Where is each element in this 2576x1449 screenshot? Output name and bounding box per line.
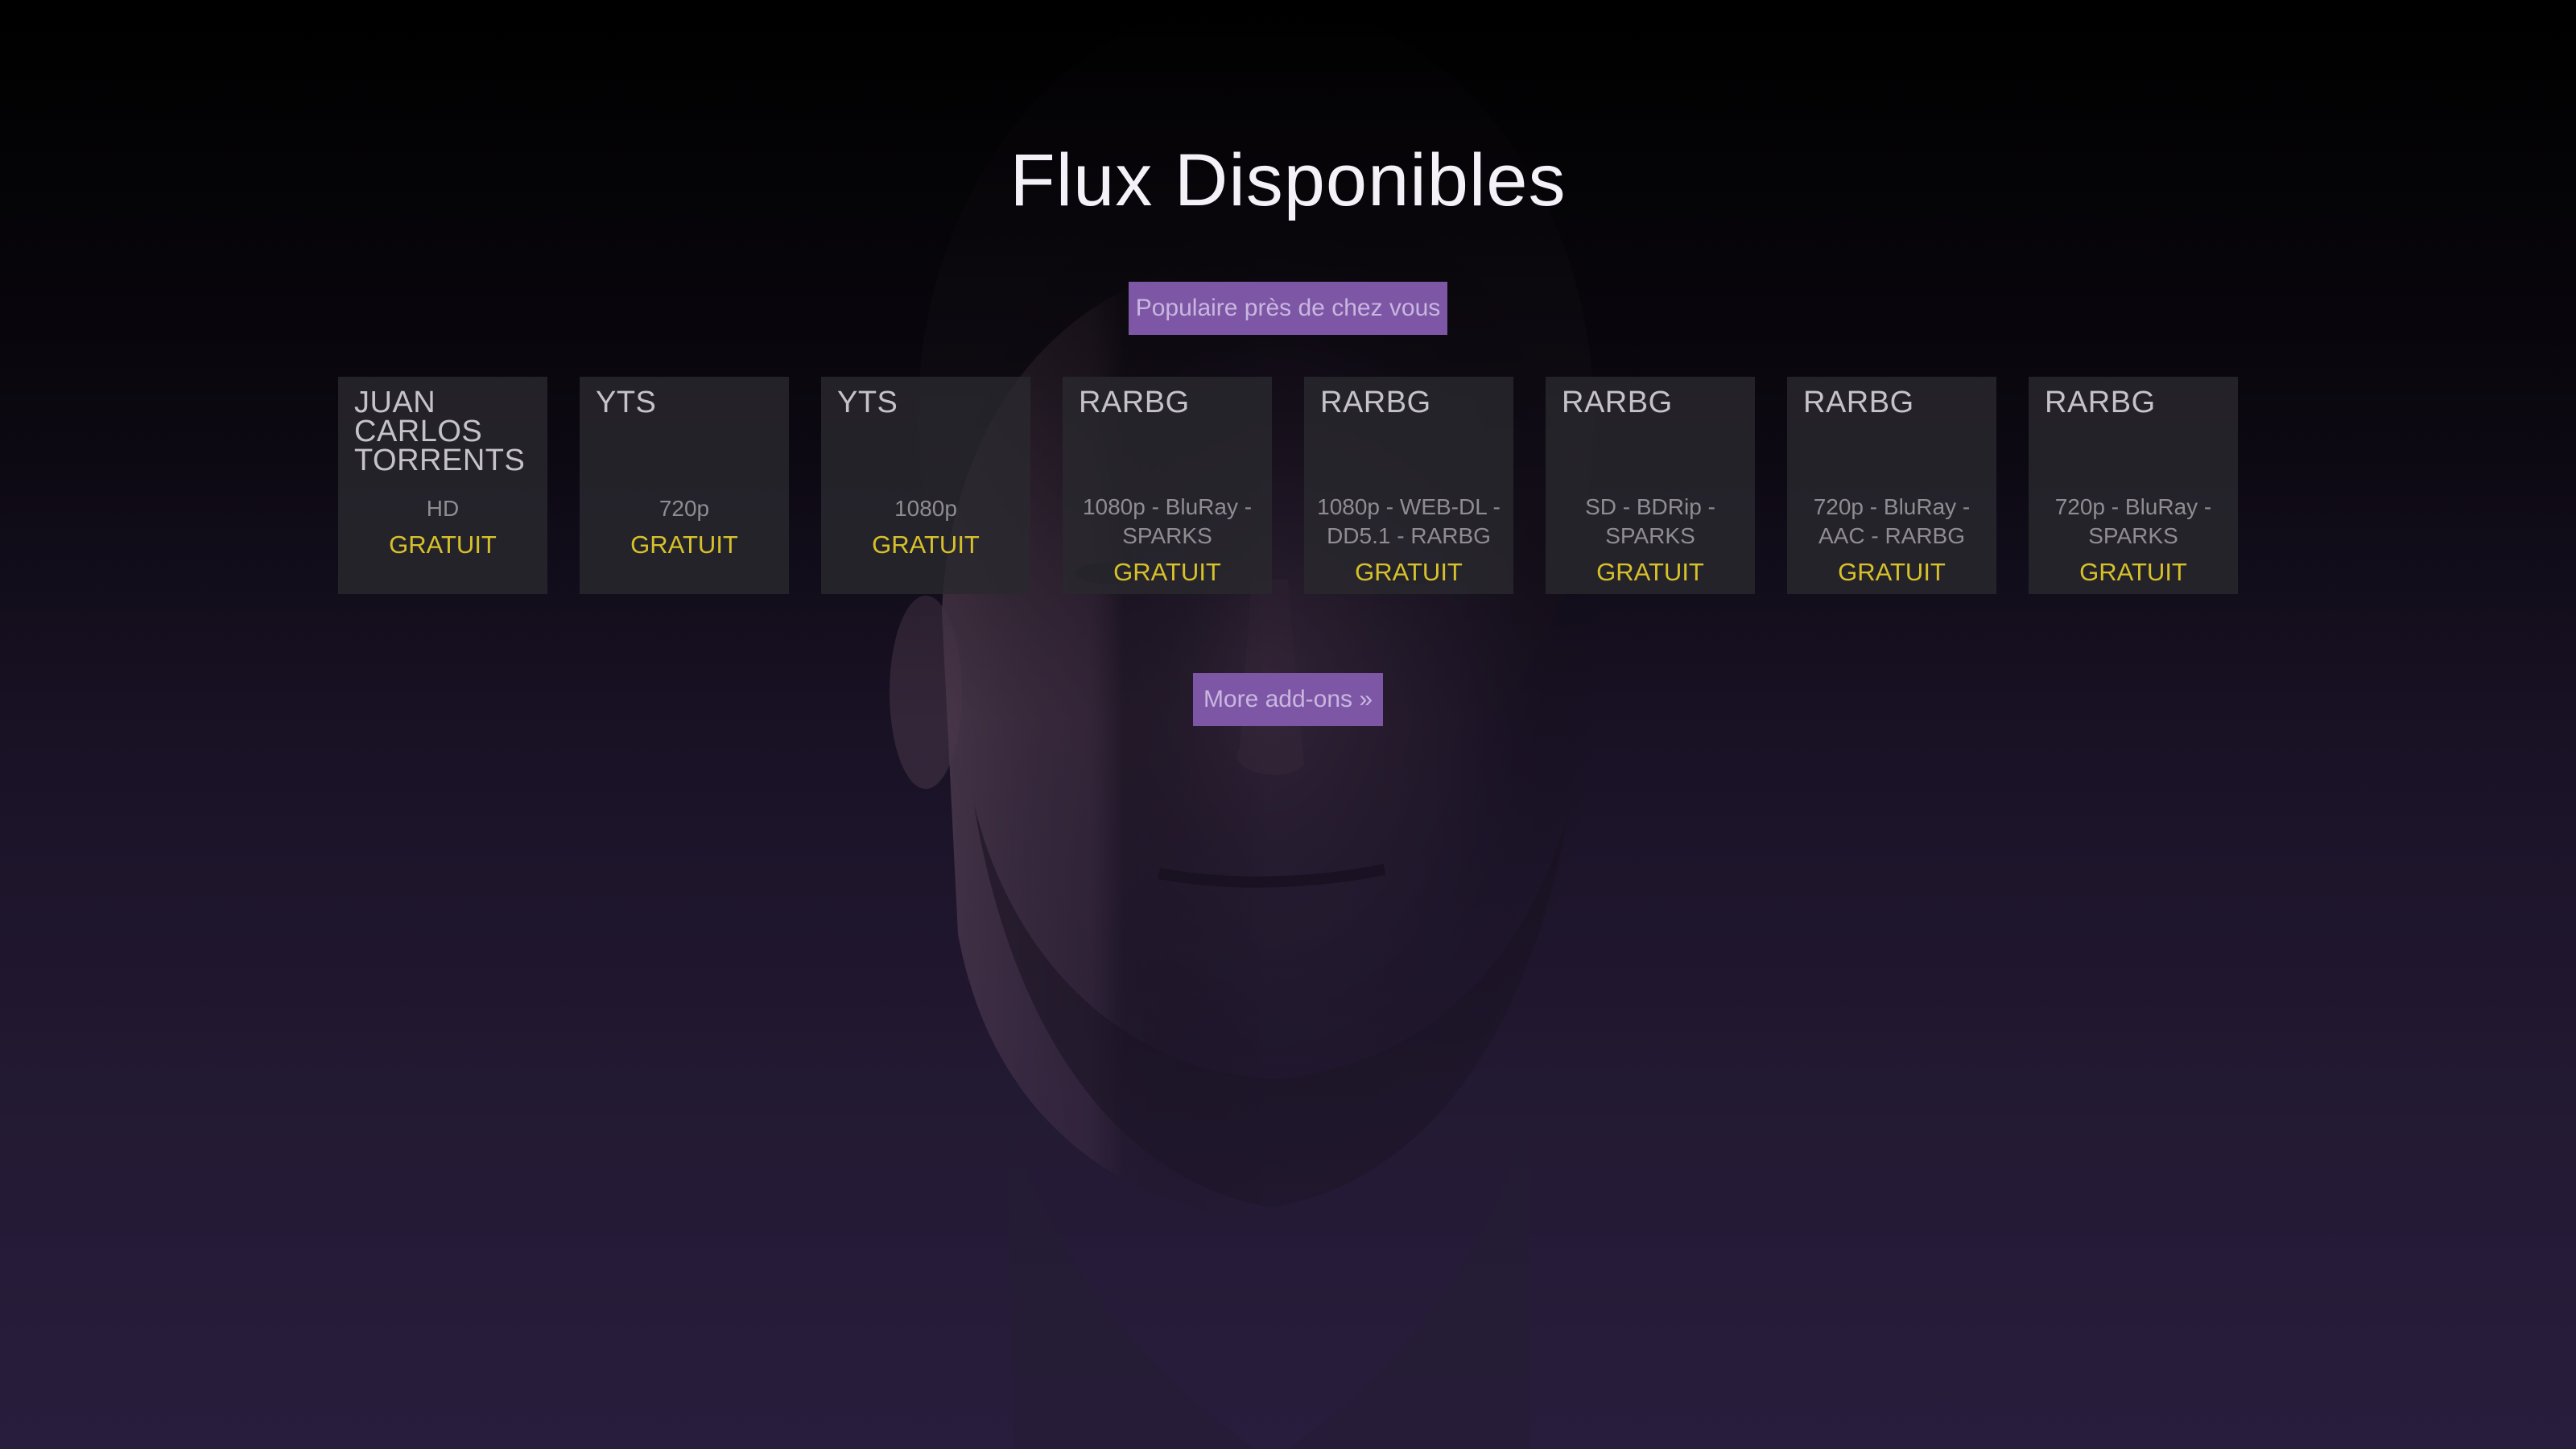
stream-card[interactable]: RARBG 720p - BluRay - SPARKS GRATUIT [2029, 377, 2238, 594]
streams-screen: Flux Disponibles Populaire près de chez … [0, 0, 2576, 1449]
stream-source: RARBG [1562, 386, 1673, 419]
stream-source: RARBG [1320, 386, 1431, 419]
stream-details: 720p - BluRay - SPARKS GRATUIT [2037, 493, 2230, 594]
stream-details: 1080p - BluRay - SPARKS GRATUIT [1071, 493, 1264, 594]
stream-card[interactable]: RARBG 1080p - WEB-DL - DD5.1 - RARBG GRA… [1304, 377, 1513, 594]
stream-source: YTS [596, 386, 657, 419]
stream-quality: 1080p - WEB-DL - DD5.1 - RARBG [1317, 494, 1501, 548]
stream-details: 720p - BluRay - AAC - RARBG GRATUIT [1795, 493, 1988, 594]
stream-price: GRATUIT [1113, 558, 1221, 586]
stream-card[interactable]: RARBG SD - BDRip - SPARKS GRATUIT [1546, 377, 1755, 594]
stream-price: GRATUIT [1596, 558, 1704, 586]
stream-source: JUAN CARLOS TORRENTS [354, 386, 526, 477]
stream-quality: HD [426, 496, 460, 521]
stream-source: RARBG [2045, 386, 2156, 419]
stream-source: RARBG [1803, 386, 1914, 419]
more-addons-button[interactable]: More add-ons » [1193, 673, 1383, 726]
stream-details: SD - BDRip - SPARKS GRATUIT [1554, 493, 1747, 594]
stream-source: RARBG [1079, 386, 1190, 419]
stream-price: GRATUIT [2079, 558, 2187, 586]
stream-price: GRATUIT [1838, 558, 1946, 586]
stream-card[interactable]: JUAN CARLOS TORRENTS HD GRATUIT [338, 377, 547, 594]
stream-details: 1080p - WEB-DL - DD5.1 - RARBG GRATUIT [1312, 493, 1505, 594]
stream-card[interactable]: RARBG 720p - BluRay - AAC - RARBG GRATUI… [1787, 377, 1996, 594]
stream-price: GRATUIT [872, 530, 980, 559]
page-title: Flux Disponibles [1009, 139, 1567, 221]
stream-quality: 720p - BluRay - SPARKS [2054, 494, 2212, 548]
stream-details: 720p GRATUIT [588, 494, 781, 567]
stream-details: 1080p GRATUIT [829, 494, 1022, 567]
stream-price: GRATUIT [630, 530, 738, 559]
stream-price: GRATUIT [389, 530, 497, 559]
stream-price: GRATUIT [1355, 558, 1463, 586]
stream-source: YTS [837, 386, 898, 419]
stream-quality: 720p [658, 496, 710, 521]
stream-quality: 1080p [894, 496, 957, 521]
stream-quality: 1080p - BluRay - SPARKS [1082, 494, 1253, 548]
stream-card[interactable]: RARBG 1080p - BluRay - SPARKS GRATUIT [1063, 377, 1272, 594]
stream-details: HD GRATUIT [346, 494, 539, 567]
stream-card[interactable]: YTS 1080p GRATUIT [821, 377, 1030, 594]
stream-card[interactable]: YTS 720p GRATUIT [580, 377, 789, 594]
popular-nearby-button[interactable]: Populaire près de chez vous [1129, 282, 1447, 335]
stream-quality: SD - BDRip - SPARKS [1585, 494, 1715, 548]
stream-quality: 720p - BluRay - AAC - RARBG [1813, 494, 1971, 548]
